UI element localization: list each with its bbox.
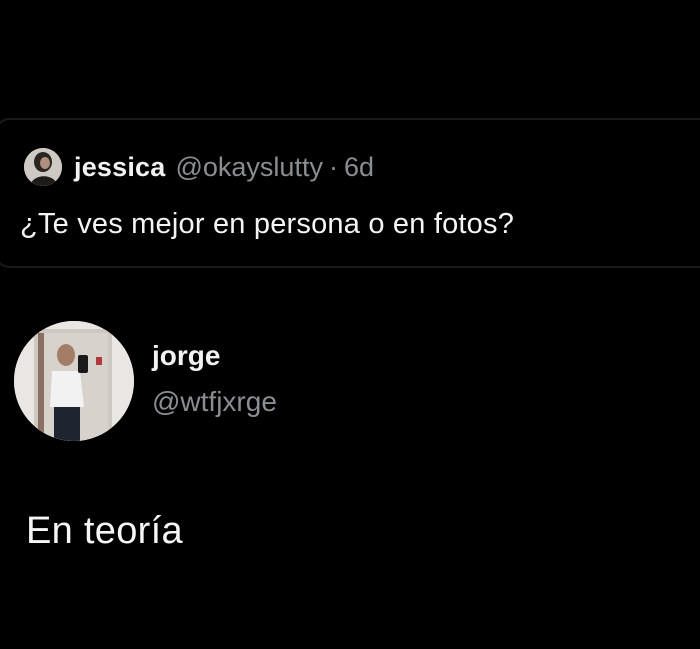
reply-text: En teoría	[26, 510, 183, 552]
reply-author-handle[interactable]: @wtfjxrge	[152, 386, 277, 418]
separator-dot: ·	[328, 151, 338, 182]
quoted-tweet-card[interactable]	[0, 118, 700, 268]
reply-author-name[interactable]: jorge	[152, 340, 220, 372]
user-photo-avatar-icon[interactable]	[24, 148, 62, 186]
mirror-selfie-avatar-icon[interactable]	[14, 321, 134, 441]
quoted-tweet-time[interactable]: 6d	[344, 152, 374, 183]
quoted-author-name[interactable]: jessica	[74, 152, 165, 183]
quoted-author-handle[interactable]: @okayslutty	[175, 152, 322, 183]
tweet-screenshot: jessica @okayslutty · 6d ¿Te ves mejor e…	[0, 0, 700, 649]
quoted-tweet-header: jessica @okayslutty · 6d	[24, 147, 374, 187]
quoted-tweet-text: ¿Te ves mejor en persona o en fotos?	[20, 208, 515, 240]
